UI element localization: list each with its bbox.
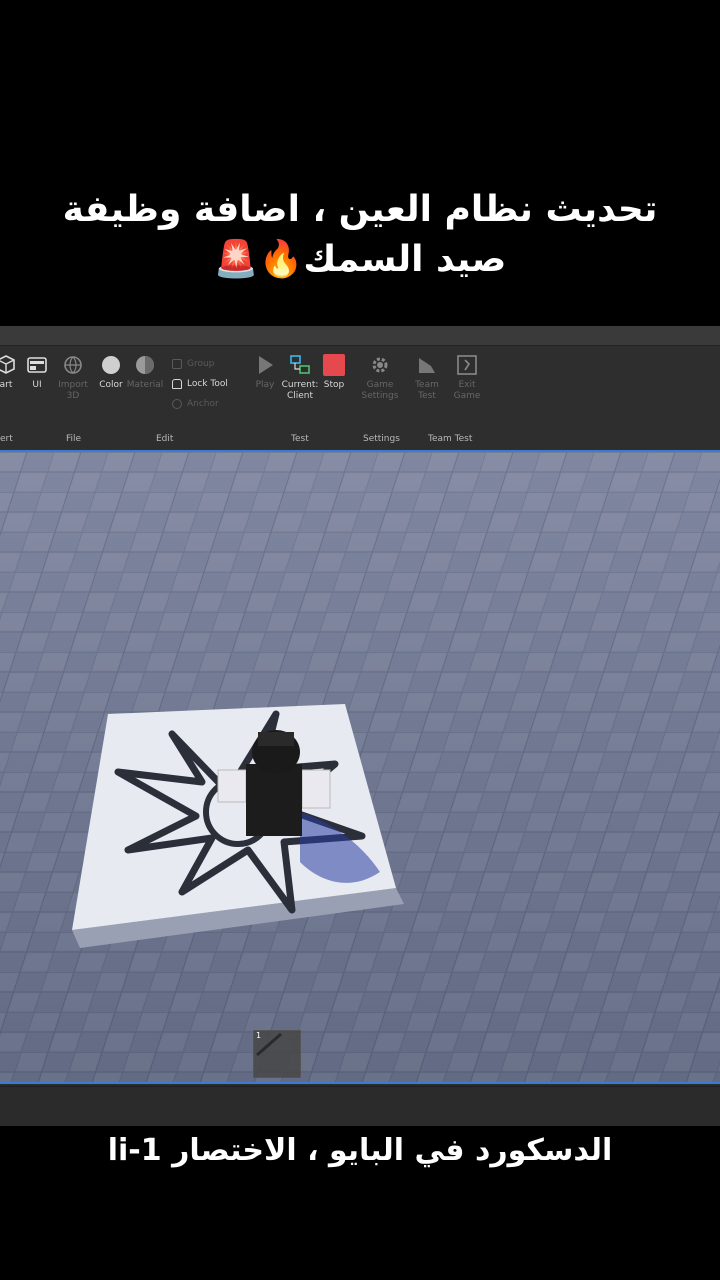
tool-label: art xyxy=(0,380,13,390)
ribbon-toolbar: art UI Import 3D Color Material Group Lo… xyxy=(0,346,720,450)
stop-icon xyxy=(323,354,345,376)
edit-row-label: Anchor xyxy=(187,399,219,409)
tool-label: Exit Game xyxy=(453,380,481,401)
video-caption-bottom: الدسكورد في البايو ، الاختصار li-1 xyxy=(107,1133,613,1168)
caption-line-2: صيد السمك🔥🚨 xyxy=(213,239,507,280)
play-icon xyxy=(259,356,273,374)
ui-window-icon xyxy=(27,357,47,373)
group-label-test: Test xyxy=(291,434,309,444)
caption-line-1: تحديث نظام العين ، اضافة وظيفة xyxy=(62,189,658,230)
group-icon xyxy=(172,359,182,369)
anchor-icon xyxy=(172,399,182,409)
fishing-rod-icon xyxy=(256,1032,282,1057)
exit-game-tool[interactable]: Exit Game xyxy=(445,354,489,402)
material-tool[interactable]: Material xyxy=(123,354,167,390)
group-label-team-test: Team Test xyxy=(428,434,473,444)
team-test-icon xyxy=(419,358,435,373)
tool-label: Color xyxy=(99,380,123,390)
lock-tool-button[interactable]: Lock Tool xyxy=(172,374,252,394)
group-label-edit: Edit xyxy=(156,434,174,444)
hotbar-slot[interactable]: 1 xyxy=(253,1030,301,1078)
team-test-tool[interactable]: Team Test xyxy=(405,354,449,402)
client-server-icon xyxy=(290,355,310,374)
anchor-button[interactable]: Anchor xyxy=(172,394,252,414)
tool-label: Stop xyxy=(323,380,345,390)
stop-tool[interactable]: Stop xyxy=(312,354,356,390)
tool-label: Game Settings xyxy=(361,380,399,401)
studio-status-strip xyxy=(0,1086,720,1126)
color-circle-icon xyxy=(102,356,120,374)
gear-icon xyxy=(372,357,388,373)
edit-row-label: Group xyxy=(187,359,215,369)
edit-stack: Group Lock Tool Anchor xyxy=(172,354,252,414)
game-settings-tool[interactable]: Game Settings xyxy=(358,354,402,402)
video-caption-top: تحديث نظام العين ، اضافة وظيفة صيد السمك… xyxy=(0,185,720,285)
viewport-scene xyxy=(0,452,720,1082)
globe-icon xyxy=(64,356,82,374)
studio-menu-strip xyxy=(0,326,720,346)
tool-label: Material xyxy=(126,380,164,390)
lock-icon xyxy=(172,379,182,389)
material-sphere-icon xyxy=(136,356,154,374)
exit-icon xyxy=(457,355,477,375)
edit-row-label: Lock Tool xyxy=(187,379,228,389)
group-label-file: File xyxy=(66,434,82,444)
group-label-insert: ert xyxy=(0,434,13,444)
studio-window: art UI Import 3D Color Material Group Lo… xyxy=(0,326,720,1126)
group-label-settings: Settings xyxy=(363,434,400,444)
group-button[interactable]: Group xyxy=(172,354,252,374)
tool-label: UI xyxy=(32,380,42,390)
tool-label: Play xyxy=(255,380,275,390)
game-viewport[interactable]: 1 xyxy=(0,450,720,1084)
tool-label: Team Test xyxy=(415,380,439,401)
